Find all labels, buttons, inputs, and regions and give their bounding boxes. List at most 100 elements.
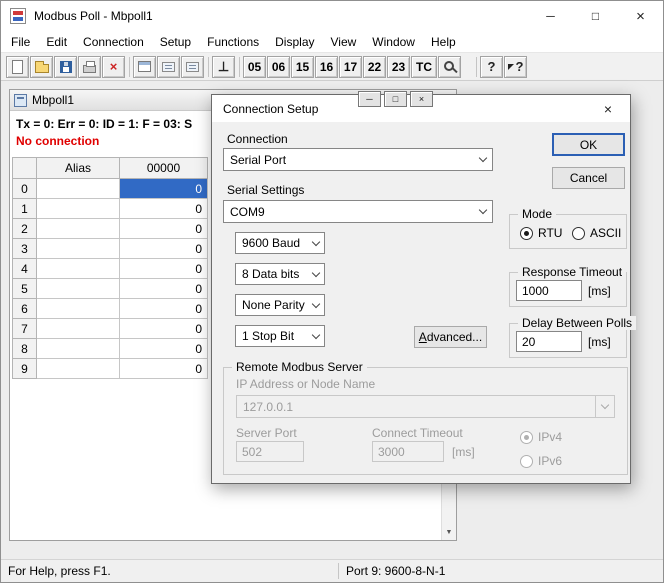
server-port-input bbox=[236, 441, 304, 462]
table-row: 10 bbox=[13, 199, 208, 219]
fc06-button[interactable]: 06 bbox=[267, 56, 290, 78]
connection-type-select[interactable]: Serial Port bbox=[223, 148, 493, 171]
toolbar-separator bbox=[129, 57, 130, 77]
scroll-down-button[interactable]: ▼ bbox=[442, 525, 456, 540]
status-port-text: Port 9: 9600-8-N-1 bbox=[346, 564, 445, 578]
advanced-label: Advanced... bbox=[419, 330, 482, 344]
row-header-cell[interactable]: 1 bbox=[13, 199, 37, 219]
fc17-button[interactable]: 17 bbox=[339, 56, 362, 78]
minimize-button[interactable]: ─ bbox=[528, 1, 573, 31]
alias-cell[interactable] bbox=[37, 279, 120, 299]
cancel-label: Cancel bbox=[570, 171, 607, 185]
alias-cell[interactable] bbox=[37, 179, 120, 199]
alias-cell[interactable] bbox=[37, 339, 120, 359]
ok-button[interactable]: OK bbox=[552, 133, 625, 156]
dialog-close-button[interactable]: × bbox=[586, 95, 630, 122]
print-button[interactable] bbox=[78, 56, 101, 78]
grid-header-alias[interactable]: Alias bbox=[37, 158, 120, 179]
connection-button[interactable]: ⊥ bbox=[212, 56, 235, 78]
fc15-button[interactable]: 15 bbox=[291, 56, 314, 78]
mode-group-label: Mode bbox=[518, 207, 556, 221]
row-header-cell[interactable]: 2 bbox=[13, 219, 37, 239]
parity-select[interactable]: None Parity bbox=[235, 294, 325, 316]
row-header-cell[interactable]: 6 bbox=[13, 299, 37, 319]
value-cell[interactable]: 0 bbox=[120, 359, 208, 379]
radio-rtu[interactable]: RTU bbox=[520, 226, 562, 240]
row-header-cell[interactable]: 3 bbox=[13, 239, 37, 259]
menu-item-display[interactable]: Display bbox=[267, 31, 322, 53]
zoom-button[interactable] bbox=[438, 56, 461, 78]
communication-traffic-button[interactable] bbox=[157, 56, 180, 78]
new-button[interactable] bbox=[6, 56, 29, 78]
advanced-button[interactable]: Advanced... bbox=[414, 326, 487, 348]
dropdown-button bbox=[308, 295, 324, 315]
alias-cell[interactable] bbox=[37, 219, 120, 239]
radio-ascii[interactable]: ASCII bbox=[572, 226, 621, 240]
com-port-select[interactable]: COM9 bbox=[223, 200, 493, 223]
display-setup-button[interactable] bbox=[181, 56, 204, 78]
fc16-button[interactable]: 16 bbox=[315, 56, 338, 78]
chevron-down-icon bbox=[601, 401, 609, 409]
grid-header-corner[interactable] bbox=[13, 158, 37, 179]
cancel-button[interactable]: Cancel bbox=[552, 167, 625, 189]
app-icon[interactable] bbox=[10, 8, 26, 24]
response-timeout-input[interactable] bbox=[516, 280, 582, 301]
alias-cell[interactable] bbox=[37, 199, 120, 219]
maximize-button[interactable]: □ bbox=[573, 1, 618, 31]
menu-item-connection[interactable]: Connection bbox=[75, 31, 152, 53]
menu-item-functions[interactable]: Functions bbox=[199, 31, 267, 53]
modbus-poll-window: Modbus Poll - Mbpoll1 ─ □ × File Edit Co… bbox=[0, 0, 664, 583]
alias-cell[interactable] bbox=[37, 239, 120, 259]
alias-cell[interactable] bbox=[37, 259, 120, 279]
delay-input[interactable] bbox=[516, 331, 582, 352]
child-minimize-button[interactable]: ─ bbox=[358, 91, 381, 107]
title-bar[interactable]: Modbus Poll - Mbpoll1 ─ □ × bbox=[1, 1, 663, 31]
grid-header-register[interactable]: 00000 bbox=[120, 158, 208, 179]
menu-item-help[interactable]: Help bbox=[423, 31, 464, 53]
value-cell[interactable]: 0 bbox=[120, 339, 208, 359]
row-header-cell[interactable]: 4 bbox=[13, 259, 37, 279]
read-write-definition-button[interactable] bbox=[133, 56, 156, 78]
alias-cell[interactable] bbox=[37, 319, 120, 339]
alias-cell[interactable] bbox=[37, 359, 120, 379]
test-center-button[interactable]: TC bbox=[411, 56, 437, 78]
row-header-cell[interactable]: 0 bbox=[13, 179, 37, 199]
child-close-button[interactable]: × bbox=[410, 91, 433, 107]
row-header-cell[interactable]: 9 bbox=[13, 359, 37, 379]
value-cell[interactable]: 0 bbox=[120, 279, 208, 299]
value-cell[interactable]: 0 bbox=[120, 319, 208, 339]
value-cell[interactable]: 0 bbox=[120, 299, 208, 319]
ipv6-label: IPv6 bbox=[538, 454, 562, 468]
toolbar-separator bbox=[239, 57, 240, 77]
value-cell[interactable]: 0 bbox=[120, 239, 208, 259]
document-icon[interactable] bbox=[14, 94, 27, 107]
value-cell[interactable]: 0 bbox=[120, 259, 208, 279]
about-button[interactable]: ? bbox=[480, 56, 503, 78]
table-row: 30 bbox=[13, 239, 208, 259]
value-cell[interactable]: 0 bbox=[120, 219, 208, 239]
value-cell[interactable]: 0 bbox=[120, 199, 208, 219]
baud-rate-select[interactable]: 9600 Baud bbox=[235, 232, 325, 254]
menu-item-window[interactable]: Window bbox=[364, 31, 423, 53]
menu-item-setup[interactable]: Setup bbox=[152, 31, 199, 53]
row-header-cell[interactable]: 7 bbox=[13, 319, 37, 339]
menu-item-edit[interactable]: Edit bbox=[38, 31, 75, 53]
stop-bits-select[interactable]: 1 Stop Bit bbox=[235, 325, 325, 347]
value-cell[interactable]: 0 bbox=[120, 179, 208, 199]
row-header-cell[interactable]: 8 bbox=[13, 339, 37, 359]
fc23-button[interactable]: 23 bbox=[387, 56, 410, 78]
data-bits-select[interactable]: 8 Data bits bbox=[235, 263, 325, 285]
save-button[interactable] bbox=[54, 56, 77, 78]
row-header-cell[interactable]: 5 bbox=[13, 279, 37, 299]
child-maximize-button[interactable]: □ bbox=[384, 91, 407, 107]
context-help-button[interactable]: ? bbox=[504, 56, 527, 78]
open-button[interactable] bbox=[30, 56, 53, 78]
menu-item-file[interactable]: File bbox=[3, 31, 38, 53]
menu-item-view[interactable]: View bbox=[323, 31, 365, 53]
fc22-button[interactable]: 22 bbox=[363, 56, 386, 78]
fc05-button[interactable]: 05 bbox=[243, 56, 266, 78]
table-row: 70 bbox=[13, 319, 208, 339]
alias-cell[interactable] bbox=[37, 299, 120, 319]
close-button[interactable]: × bbox=[618, 1, 663, 31]
cut-button[interactable]: × bbox=[102, 56, 125, 78]
